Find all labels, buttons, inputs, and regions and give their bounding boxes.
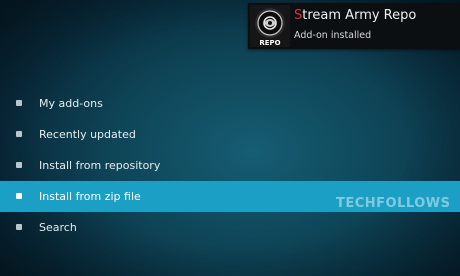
bullet-icon <box>16 162 22 168</box>
menu-item-search[interactable]: Search <box>0 212 460 243</box>
menu-item-label: Install from zip file <box>39 190 141 203</box>
notification-toast: REPO Stream Army Repo Add-on installed <box>248 3 460 49</box>
notification-subtitle: Add-on installed <box>294 30 372 41</box>
menu-item-label: Search <box>39 221 77 234</box>
bullet-icon <box>16 100 22 106</box>
bullet-icon <box>16 131 22 137</box>
watermark: TECHFOLLOWS <box>336 196 451 211</box>
menu-item-label: Install from repository <box>39 159 161 172</box>
menu-item-label: Recently updated <box>39 128 136 141</box>
menu-item-recently-updated[interactable]: Recently updated <box>0 119 460 150</box>
addon-logo-icon: REPO <box>250 5 290 47</box>
menu-item-install-from-repository[interactable]: Install from repository <box>0 150 460 181</box>
addons-menu: My add-ons Recently updated Install from… <box>0 88 460 243</box>
menu-item-my-addons[interactable]: My add-ons <box>0 88 460 119</box>
bullet-icon <box>16 224 22 230</box>
bullet-icon <box>16 193 22 199</box>
notification-title-rest: tream Army Repo <box>302 8 417 23</box>
menu-item-label: My add-ons <box>39 97 103 110</box>
notification-title: Stream Army Repo <box>294 8 416 23</box>
addon-logo-text: REPO <box>259 39 280 47</box>
